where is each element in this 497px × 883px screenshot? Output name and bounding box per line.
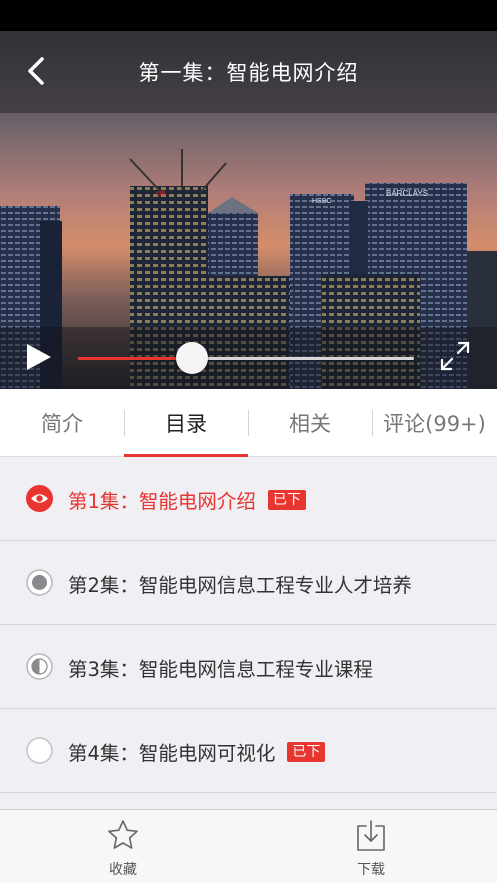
tab-catalog[interactable]: 目录 xyxy=(124,389,248,457)
eye-icon xyxy=(26,485,53,512)
episode-title: 第3集：智能电网信息工程专业课程 xyxy=(68,657,373,681)
status-bar xyxy=(0,0,497,31)
episode-title-row: 第1集：智能电网介绍 已下 xyxy=(68,457,306,541)
progress-thumb[interactable] xyxy=(176,342,209,374)
downloaded-badge: 已下 xyxy=(287,742,326,762)
download-icon xyxy=(357,820,385,851)
empty-circle-icon xyxy=(26,737,53,764)
star-icon xyxy=(108,820,138,849)
favorite-button[interactable]: 收藏 xyxy=(63,810,183,883)
episode-item[interactable]: 第2集：智能电网信息工程专业人才培养 xyxy=(0,541,497,625)
tab-related[interactable]: 相关 xyxy=(248,389,372,457)
episode-list: 第1集：智能电网介绍 已下 第2集：智能电网信息工程专业人才培养 第3集：智能电… xyxy=(0,457,497,793)
episode-item[interactable]: 第3集：智能电网信息工程专业课程 xyxy=(0,625,497,709)
download-button[interactable]: 下载 xyxy=(311,810,431,883)
favorite-label: 收藏 xyxy=(109,862,137,878)
svg-text:citi: citi xyxy=(156,189,166,198)
tab-bar: 简介 目录 相关 评论(99+) xyxy=(0,389,497,457)
play-icon xyxy=(27,344,51,370)
episode-title: 第2集：智能电网信息工程专业人才培养 xyxy=(68,573,412,597)
episode-title: 第1集：智能电网介绍 xyxy=(68,489,256,513)
downloaded-badge: 已下 xyxy=(267,490,306,510)
video-player[interactable]: BARCLAYS HSBC citi 第一集：智能电网介绍 xyxy=(0,31,497,389)
video-title: 第一集：智能电网介绍 xyxy=(138,61,359,85)
svg-text:HSBC: HSBC xyxy=(312,198,331,205)
episode-item[interactable]: 第1集：智能电网介绍 已下 xyxy=(0,457,497,541)
progress-track[interactable] xyxy=(78,357,414,360)
play-button[interactable] xyxy=(24,342,54,372)
player-controls xyxy=(0,327,497,389)
bottom-action-bar: 收藏 下载 xyxy=(0,809,497,883)
download-label: 下载 xyxy=(357,862,385,878)
half-circle-icon xyxy=(26,653,53,680)
episode-title-row: 第3集：智能电网信息工程专业课程 xyxy=(68,625,373,709)
tab-intro[interactable]: 简介 xyxy=(0,389,124,457)
svg-text:BARCLAYS: BARCLAYS xyxy=(386,189,428,198)
fullscreen-button[interactable] xyxy=(439,340,471,372)
episode-title-row: 第4集：智能电网可视化 已下 xyxy=(68,709,326,793)
episode-title-row: 第2集：智能电网信息工程专业人才培养 xyxy=(68,541,412,625)
episode-item[interactable]: 第4集：智能电网可视化 已下 xyxy=(0,709,497,793)
watched-circle-icon xyxy=(26,569,53,596)
episode-title: 第4集：智能电网可视化 xyxy=(68,741,276,765)
tab-comments[interactable]: 评论(99+) xyxy=(372,389,497,457)
progress-fill xyxy=(78,357,193,360)
fullscreen-icon xyxy=(440,341,470,371)
